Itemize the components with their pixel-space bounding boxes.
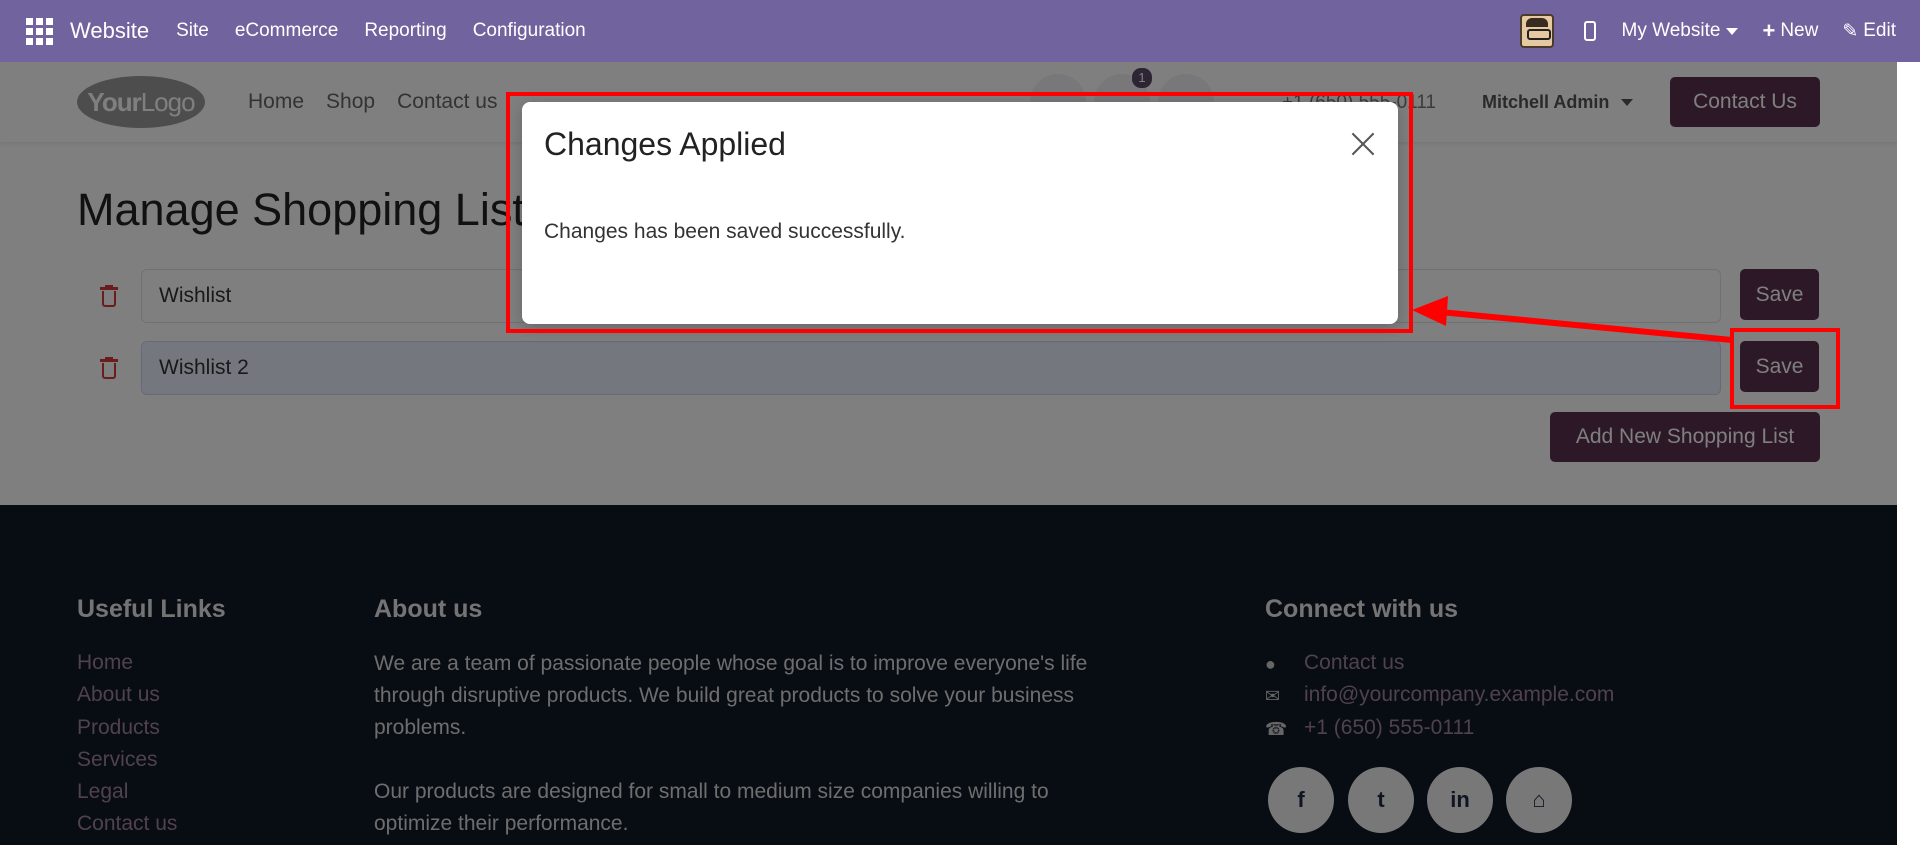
new-label: New xyxy=(1780,20,1819,41)
menu-configuration[interactable]: Configuration xyxy=(473,20,586,42)
user-avatar[interactable] xyxy=(1519,14,1554,48)
new-button[interactable]: + New xyxy=(1762,18,1818,44)
menu-reporting[interactable]: Reporting xyxy=(364,20,446,42)
plus-icon: + xyxy=(1762,18,1776,43)
menu-site[interactable]: Site xyxy=(176,20,209,42)
pencil-icon: ✎ xyxy=(1842,20,1859,42)
website-selector-label: My Website xyxy=(1621,20,1721,41)
app-brand[interactable]: Website xyxy=(70,18,149,44)
apps-grid-icon[interactable] xyxy=(22,14,56,48)
annotation-arrow xyxy=(1412,296,1733,343)
edit-button[interactable]: ✎ Edit xyxy=(1842,20,1896,43)
menu-ecommerce[interactable]: eCommerce xyxy=(235,20,338,42)
chevron-down-icon xyxy=(1726,27,1739,35)
website-selector[interactable]: My Website xyxy=(1622,20,1739,42)
mobile-preview-icon[interactable] xyxy=(1583,21,1596,41)
edit-label: Edit xyxy=(1863,20,1896,41)
odoo-top-bar: Website Site eCommerce Reporting Configu… xyxy=(0,0,1920,62)
